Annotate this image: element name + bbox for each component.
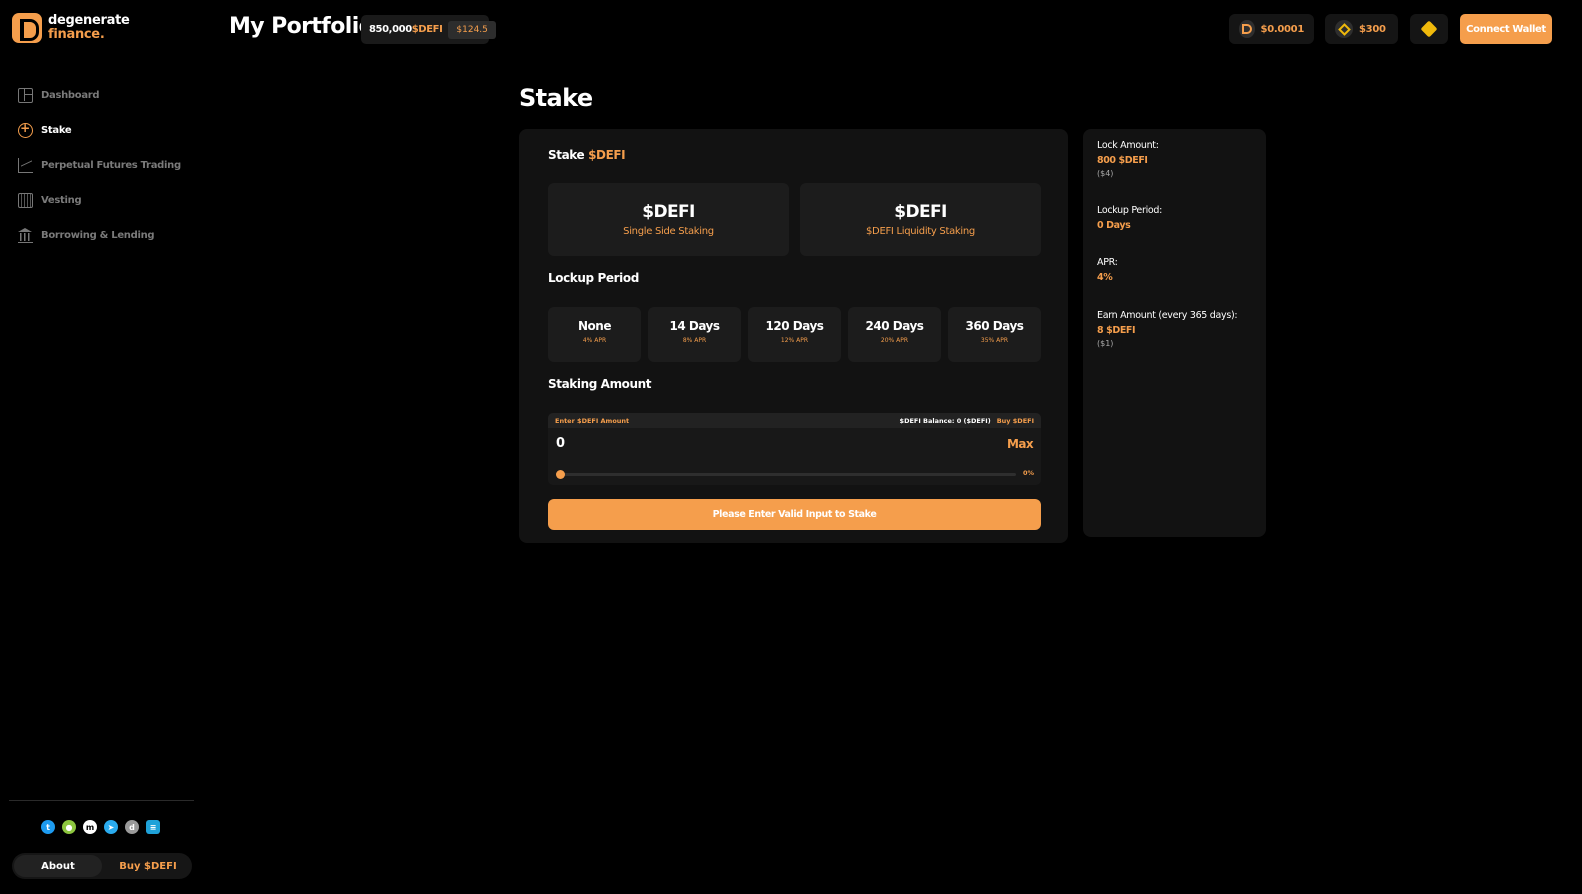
option-subtitle: $DEFI Liquidity Staking <box>866 226 975 237</box>
option-subtitle: Single Side Staking <box>623 226 714 237</box>
sidebar-item-borrowing-lending[interactable]: Borrowing & Lending <box>18 218 193 253</box>
earn-amount-block: Earn Amount (every 365 days): 8 $DEFI ($… <box>1097 310 1238 348</box>
telegram-icon[interactable]: ➤ <box>104 820 118 834</box>
sidebar-divider <box>9 800 194 801</box>
stake-icon <box>18 121 33 138</box>
page-title: My Portfolio <box>229 14 374 39</box>
amount-slider[interactable]: 0% <box>548 464 1041 485</box>
connect-wallet-button[interactable]: Connect Wallet <box>1460 14 1552 44</box>
lockup-option-14[interactable]: 14 Days 8% APR <box>648 307 741 362</box>
bnb-price: $300 <box>1359 23 1386 35</box>
balance-usd: $124.5 <box>448 20 496 39</box>
sidebar-item-stake[interactable]: Stake <box>18 113 193 148</box>
defi-price-chip[interactable]: $0.0001 <box>1229 14 1314 44</box>
apr-value: 4% <box>1097 272 1113 283</box>
docs-icon[interactable]: ≡ <box>146 820 160 834</box>
dashboard-icon <box>18 88 33 103</box>
chart-icon <box>18 158 33 173</box>
buy-defi-link[interactable]: Buy $DEFI <box>997 417 1034 425</box>
sidebar-item-label: Dashboard <box>41 90 100 101</box>
liquidity-staking-option[interactable]: $DEFI $DEFI Liquidity Staking <box>800 183 1041 256</box>
stake-title: Stake <box>519 84 593 112</box>
vesting-icon <box>18 193 33 208</box>
lockup-heading: Lockup Period <box>548 271 639 285</box>
twitter-icon[interactable]: t <box>41 820 55 834</box>
stake-summary: Lock Amount: 800 $DEFI ($4) Lockup Perio… <box>1083 129 1266 537</box>
bnb-icon <box>1335 20 1353 38</box>
sidebar-item-label: Borrowing & Lending <box>41 230 155 241</box>
network-selector[interactable] <box>1410 14 1448 44</box>
option-title: $DEFI <box>894 202 947 222</box>
amount-label: Enter $DEFI Amount <box>555 416 630 425</box>
lockup-period-value: 0 Days <box>1097 220 1131 231</box>
dextools-icon[interactable]: d <box>125 820 139 834</box>
sidebar-nav: Dashboard Stake Perpetual Futures Tradin… <box>18 78 193 253</box>
lock-amount-usd: ($4) <box>1097 169 1114 178</box>
brand-line1: degenerate <box>48 13 130 28</box>
sidebar-item-vesting[interactable]: Vesting <box>18 183 193 218</box>
brand-line2: finance. <box>48 27 105 42</box>
sidebar-item-dashboard[interactable]: Dashboard <box>18 78 193 113</box>
brand-logo[interactable]: degenerate finance. <box>12 13 130 43</box>
stake-heading-token: $DEFI <box>588 148 626 162</box>
staking-amount-box: Enter $DEFI Amount $DEFI Balance: 0 ($DE… <box>548 413 1041 485</box>
sidebar-actions: About Buy $DEFI <box>12 853 192 879</box>
staking-amount-input[interactable] <box>556 436 936 451</box>
lock-amount-value: 800 $DEFI <box>1097 155 1148 166</box>
lockup-option-360[interactable]: 360 Days 35% APR <box>948 307 1041 362</box>
logo-mark-icon <box>12 13 42 43</box>
single-side-staking-option[interactable]: $DEFI Single Side Staking <box>548 183 789 256</box>
earn-amount-value: 8 $DEFI <box>1097 325 1136 336</box>
portfolio-balance[interactable]: 850,000$DEFI $124.5 <box>361 15 496 44</box>
slider-track[interactable] <box>556 473 1016 476</box>
sidebar-item-label: Perpetual Futures Trading <box>41 160 181 171</box>
defi-balance: $DEFI Balance: 0 ($DEFI) <box>899 416 991 425</box>
sidebar-item-label: Vesting <box>41 195 82 206</box>
coingecko-icon[interactable]: ● <box>62 820 76 834</box>
sidebar-item-label: Stake <box>41 125 72 136</box>
lockup-option-240[interactable]: 240 Days 20% APR <box>848 307 941 362</box>
about-button[interactable]: About <box>14 855 102 877</box>
lockup-option-none[interactable]: None 4% APR <box>548 307 641 362</box>
defi-token-icon <box>1239 20 1255 38</box>
stake-submit-button[interactable]: Please Enter Valid Input to Stake <box>548 499 1041 530</box>
bnb-price-chip[interactable]: $300 <box>1325 14 1398 44</box>
bnb-chain-icon <box>1420 20 1438 38</box>
lockup-option-120[interactable]: 120 Days 12% APR <box>748 307 841 362</box>
bank-icon <box>18 228 33 243</box>
apr-block: APR: 4% <box>1097 257 1118 283</box>
defi-price: $0.0001 <box>1260 23 1305 35</box>
option-title: $DEFI <box>642 202 695 222</box>
earn-amount-usd: ($1) <box>1097 339 1114 348</box>
lockup-period-block: Lockup Period: 0 Days <box>1097 205 1163 231</box>
sidebar: degenerate finance. Dashboard Stake Perp… <box>0 0 200 894</box>
buy-defi-button[interactable]: Buy $DEFI <box>104 853 192 879</box>
staking-amount-heading: Staking Amount <box>548 377 652 391</box>
slider-handle[interactable] <box>556 470 565 479</box>
balance-token: $DEFI <box>411 24 443 35</box>
social-links: t ● m ➤ d ≡ <box>41 820 160 834</box>
stake-card: Stake $DEFI $DEFI Single Side Staking $D… <box>519 129 1068 543</box>
lock-amount-block: Lock Amount: 800 $DEFI ($4) <box>1097 140 1159 178</box>
coinmarketcap-icon[interactable]: m <box>83 820 97 834</box>
max-button[interactable]: Max <box>1007 437 1034 451</box>
sidebar-item-perpetual-futures[interactable]: Perpetual Futures Trading <box>18 148 193 183</box>
slider-percent: 0% <box>1022 469 1034 477</box>
balance-amount: 850,000 <box>369 24 412 35</box>
stake-heading: Stake $DEFI <box>548 148 626 162</box>
